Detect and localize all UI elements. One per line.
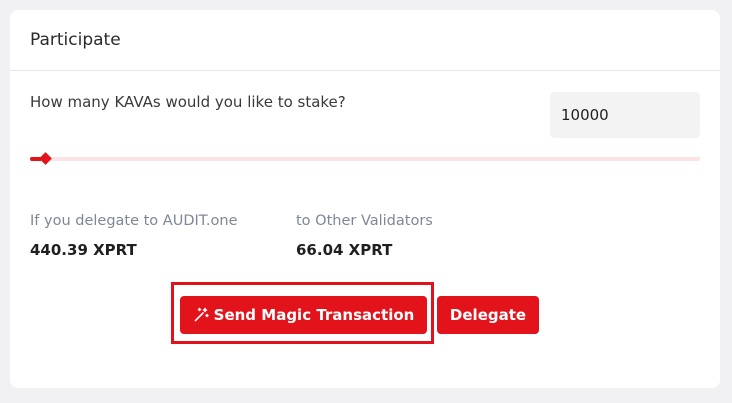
- slider-thumb[interactable]: [39, 152, 52, 165]
- delegate-button-label: Delegate: [449, 306, 527, 324]
- other-reward-value: 66.04 XPRT: [296, 241, 393, 259]
- card-header: Participate: [10, 10, 720, 71]
- stake-question: How many KAVAs would you like to stake?: [30, 93, 346, 111]
- magic-wand-icon: [193, 307, 209, 323]
- stake-slider[interactable]: [30, 152, 700, 165]
- send-magic-transaction-label: Send Magic Transaction: [213, 306, 415, 324]
- participate-card: Participate How many KAVAs would you lik…: [10, 10, 720, 388]
- slider-track[interactable]: [30, 157, 700, 161]
- other-reward-label: to Other Validators: [296, 213, 433, 229]
- delegate-button[interactable]: Delegate: [437, 296, 539, 334]
- audit-reward-value: 440.39 XPRT: [30, 241, 137, 259]
- stake-amount-input[interactable]: [550, 92, 700, 138]
- send-magic-transaction-button[interactable]: Send Magic Transaction: [180, 296, 427, 334]
- card-title: Participate: [30, 30, 121, 50]
- audit-reward-label: If you delegate to AUDIT.one: [30, 213, 238, 229]
